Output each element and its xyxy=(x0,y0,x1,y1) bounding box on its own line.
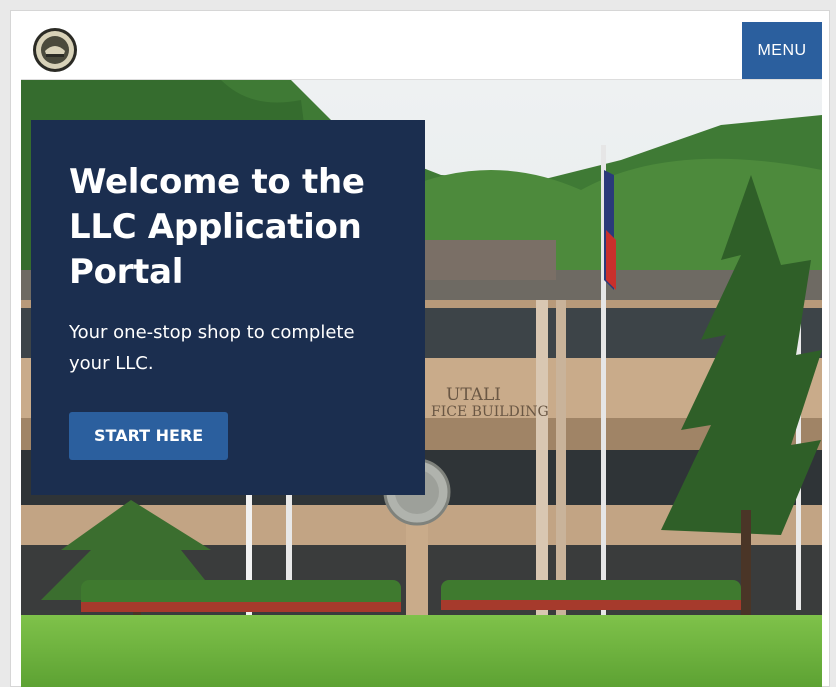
territorial-seal-icon[interactable] xyxy=(32,27,78,73)
hero-section: UTALI FICE BUILDING Welcome to the LLC A… xyxy=(21,80,822,687)
start-here-button[interactable]: START HERE xyxy=(69,412,229,460)
building-sign-line1: UTALI xyxy=(446,385,501,405)
site-header: MENU xyxy=(21,22,822,80)
hero-title: Welcome to the LLC Application Portal xyxy=(69,162,365,292)
hero-subtitle: Your one-stop shop to complete your LLC. xyxy=(69,322,355,374)
hero-card: Welcome to the LLC Application Portal Yo… xyxy=(31,120,425,495)
building-sign-line2: FICE BUILDING xyxy=(431,404,549,420)
menu-button[interactable]: MENU xyxy=(742,22,822,79)
